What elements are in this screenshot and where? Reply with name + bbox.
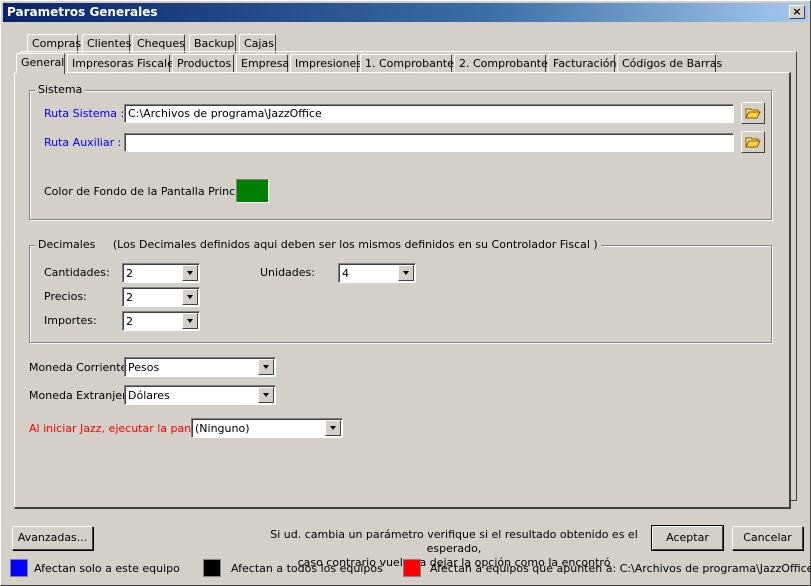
tab-general[interactable]: General	[16, 53, 65, 74]
unidades-label: Unidades:	[260, 266, 315, 279]
cancelar-button[interactable]: Cancelar	[732, 526, 803, 550]
folder-open-icon[interactable]	[741, 102, 765, 124]
decimales-note: (Los Decimales definidos aqui deben ser …	[112, 238, 598, 251]
moneda-corriente-value: Pesos	[128, 361, 160, 374]
tab-codigos-de-barras[interactable]: Códigos de Barras	[617, 54, 722, 73]
moneda-extranjera-label: Moneda Extranjera:	[29, 389, 137, 402]
moneda-extranjera-value: Dólares	[128, 389, 170, 402]
importes-label: Importes:	[44, 314, 97, 327]
title-bar[interactable]: Parametros Generales ×	[3, 3, 808, 22]
unidades-value: 4	[342, 267, 349, 280]
cantidades-value: 2	[126, 267, 133, 280]
sistema-group: Sistema Ruta Sistema : C:\Archivos de pr…	[29, 83, 772, 220]
legend-blue-text: Afectan solo a este equipo	[34, 562, 180, 575]
window-title: Parametros Generales	[7, 5, 158, 19]
precios-value: 2	[126, 291, 133, 304]
chevron-down-icon[interactable]	[182, 265, 198, 281]
aceptar-button[interactable]: Aceptar	[651, 525, 724, 551]
color-fondo-swatch[interactable]	[236, 179, 269, 203]
unidades-select[interactable]: 4	[338, 263, 416, 283]
chevron-down-icon[interactable]	[182, 289, 198, 305]
ruta-sistema-label: Ruta Sistema :	[44, 107, 125, 120]
cantidades-select[interactable]: 2	[122, 263, 200, 283]
ruta-auxiliar-input[interactable]	[124, 133, 734, 152]
moneda-corriente-select[interactable]: Pesos	[124, 357, 276, 377]
avanzadas-button[interactable]: Avanzadas...	[12, 526, 93, 550]
legend-black-text: Afectan a todos los equipos	[231, 562, 383, 575]
cantidades-label: Cantidades:	[44, 266, 110, 279]
dialog-window: Parametros Generales × Compras Clientes …	[0, 0, 811, 586]
color-fondo-label: Color de Fondo de la Pantalla Principal …	[44, 185, 263, 198]
tab-facturacion[interactable]: Facturación	[548, 54, 616, 73]
chevron-down-icon[interactable]	[325, 420, 341, 436]
tab-empresa[interactable]: Empresa	[236, 54, 289, 73]
startup-value: (Ninguno)	[195, 422, 250, 435]
tab-impresoras-fiscales[interactable]: Impresoras Fiscales	[67, 54, 180, 73]
chevron-down-icon[interactable]	[258, 359, 274, 375]
legend-red-text: Afectan a equipos que apunten a: C:\Arch…	[430, 562, 811, 575]
precios-label: Precios:	[44, 290, 87, 303]
ruta-auxiliar-label: Ruta Auxiliar :	[44, 136, 122, 149]
ruta-sistema-input[interactable]: C:\Archivos de programa\JazzOffice	[124, 104, 734, 123]
tab-1-comprobantes[interactable]: 1. Comprobantes	[360, 54, 460, 73]
folder-open-icon[interactable]	[741, 131, 765, 153]
startup-select[interactable]: (Ninguno)	[191, 418, 343, 438]
tab-impresiones[interactable]: Impresiones	[290, 54, 362, 73]
importes-value: 2	[126, 315, 133, 328]
chevron-down-icon[interactable]	[182, 313, 198, 329]
importes-select[interactable]: 2	[122, 311, 200, 331]
chevron-down-icon[interactable]	[398, 265, 414, 281]
tab-2-comprobantes[interactable]: 2. Comprobantes	[454, 54, 554, 73]
moneda-extranjera-select[interactable]: Dólares	[124, 385, 276, 405]
decimales-legend: Decimales (Los Decimales definidos aqui …	[35, 238, 601, 251]
decimales-legend-title: Decimales	[38, 238, 96, 251]
footer-message-line1: Si ud. cambia un parámetro verifique si …	[270, 528, 638, 555]
precios-select[interactable]: 2	[122, 287, 200, 307]
legend-red-swatch	[403, 559, 421, 577]
tab-panel-general: Sistema Ruta Sistema : C:\Archivos de pr…	[14, 72, 791, 509]
decimales-group: Decimales (Los Decimales definidos aqui …	[29, 238, 772, 343]
chevron-down-icon[interactable]	[258, 387, 274, 403]
legend-black-swatch	[203, 559, 221, 577]
tab-productos[interactable]: Productos	[172, 54, 234, 73]
legend-blue-swatch	[10, 559, 28, 577]
moneda-corriente-label: Moneda Corriente:	[29, 361, 132, 374]
sistema-legend: Sistema	[35, 83, 86, 96]
close-icon[interactable]: ×	[789, 5, 805, 19]
